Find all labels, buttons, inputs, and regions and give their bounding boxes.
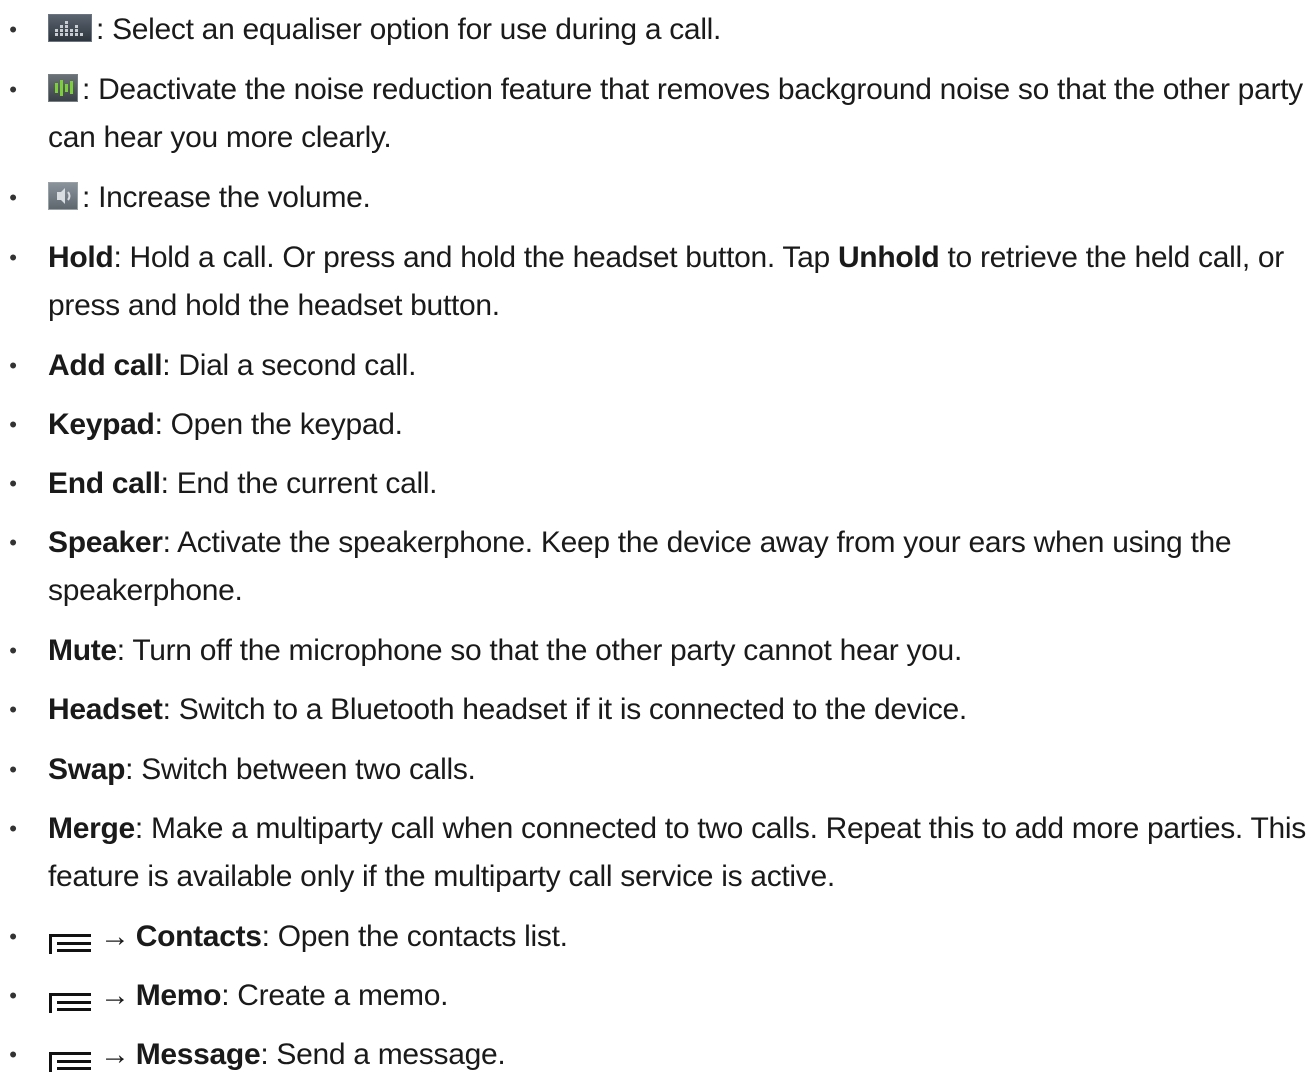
menu-icon <box>48 982 92 1014</box>
item-description: : Dial a second call. <box>162 349 417 382</box>
bullet: • <box>9 77 17 102</box>
bullet: • <box>9 983 17 1008</box>
term-add-call: Add call <box>48 349 163 382</box>
bullet: • <box>9 816 17 841</box>
term-message: Message <box>135 1038 261 1071</box>
term-contacts: Contacts <box>135 920 262 953</box>
item-description: : Turn off the microphone so that the ot… <box>116 634 962 667</box>
item-description: : Switch between two calls. <box>125 753 476 786</box>
noise-reduction-icon <box>48 74 78 103</box>
bullet: • <box>9 412 17 437</box>
term-end-call: End call <box>48 467 161 500</box>
bullet: • <box>9 17 17 42</box>
term-headset: Headset <box>48 693 163 726</box>
arrow-icon: → <box>100 979 130 1012</box>
item-description: : Activate the speakerphone. Keep the de… <box>48 526 1232 607</box>
bullet: • <box>9 353 17 378</box>
bullet: • <box>9 1042 17 1067</box>
term-hold: Hold <box>48 241 114 274</box>
item-description: : Make a multiparty call when connected … <box>48 812 1306 893</box>
menu-icon <box>48 923 92 955</box>
volume-up-icon <box>48 182 78 211</box>
arrow-icon: → <box>100 1038 130 1071</box>
item-description: : Deactivate the noise reduction feature… <box>48 73 1303 154</box>
bullet: • <box>9 471 17 496</box>
item-description: : Open the keypad. <box>154 408 403 441</box>
bullet: • <box>9 924 17 949</box>
term-swap: Swap <box>48 753 126 786</box>
bullet: • <box>9 245 17 270</box>
equaliser-icon <box>48 14 92 43</box>
term-unhold: Unhold <box>837 241 940 274</box>
bullet: • <box>9 185 17 210</box>
term-merge: Merge <box>48 812 135 845</box>
term-memo: Memo <box>135 979 222 1012</box>
item-description: : Increase the volume. <box>82 181 371 214</box>
bullet: • <box>9 530 17 555</box>
item-description: : Create a memo. <box>221 979 449 1012</box>
item-description: : Send a message. <box>260 1038 506 1071</box>
bullet: • <box>9 757 17 782</box>
bullet: • <box>9 638 17 663</box>
term-speaker: Speaker <box>48 526 163 559</box>
item-description: : Select an equaliser option for use dur… <box>96 13 722 46</box>
arrow-icon: → <box>100 920 130 953</box>
item-description: : End the current call. <box>160 467 438 500</box>
item-description: : Switch to a Bluetooth headset if it is… <box>162 693 968 726</box>
term-mute: Mute <box>48 634 117 667</box>
item-description: : Hold a call. Or press and hold the hea… <box>113 241 838 274</box>
term-keypad: Keypad <box>48 408 155 441</box>
menu-icon <box>48 1041 92 1073</box>
item-description: : Open the contacts list. <box>261 920 568 953</box>
bullet: • <box>9 697 17 722</box>
